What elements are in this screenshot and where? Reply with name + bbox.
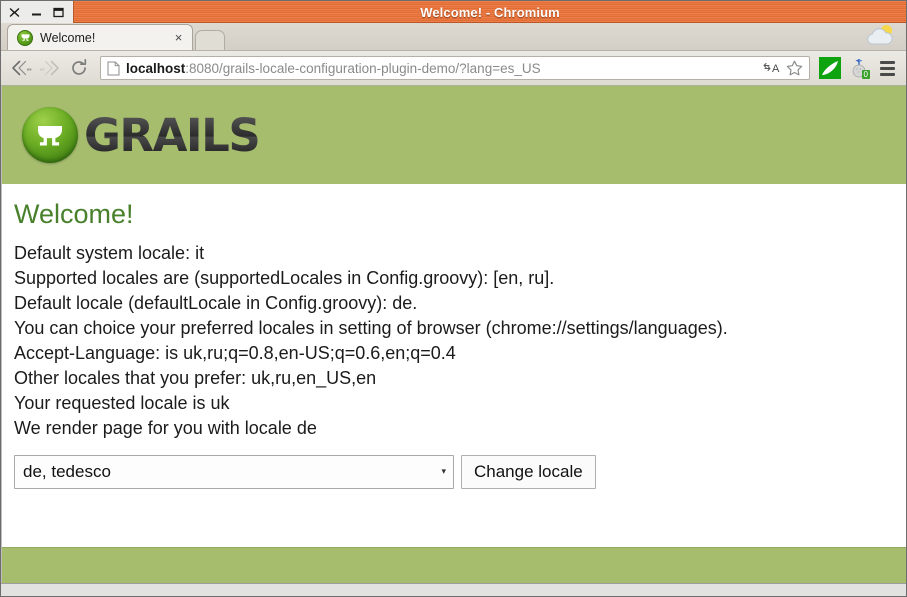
page-footer-band <box>2 547 906 583</box>
browser-toolbar: localhost:8080/grails-locale-configurati… <box>1 51 906 86</box>
menu-line <box>879 72 895 76</box>
grails-wordmark: GRAILS <box>84 108 261 162</box>
forward-icon <box>37 55 63 81</box>
info-line-other-locales: Other locales that you prefer: uk,ru,en_… <box>14 367 377 388</box>
locale-select-value: de, tedesco <box>23 461 111 481</box>
tab-title: Welcome! <box>40 30 96 45</box>
change-locale-button[interactable]: Change locale <box>461 454 596 489</box>
address-bar[interactable]: localhost:8080/grails-locale-configurati… <box>100 56 810 80</box>
info-line-requested-locale: Your requested locale is uk <box>14 392 230 413</box>
page-document-icon <box>107 61 120 76</box>
chevron-down-icon: ▾ <box>441 466 446 477</box>
hamburger-menu-icon[interactable] <box>875 55 899 81</box>
bookmark-star-icon[interactable] <box>785 59 804 78</box>
tab-strip: Welcome! × <box>1 23 906 51</box>
window-title: Welcome! - Chromium <box>420 4 560 20</box>
back-icon[interactable] <box>8 55 34 81</box>
address-bar-url: localhost:8080/grails-locale-configurati… <box>126 61 760 76</box>
close-window-icon[interactable] <box>8 6 21 19</box>
status-bar <box>1 583 906 596</box>
weather-cloud-icon[interactable] <box>864 24 898 48</box>
title-bar-strip: Welcome! - Chromium <box>73 1 906 23</box>
page-title: Welcome! <box>14 199 134 229</box>
maximize-window-icon[interactable] <box>52 6 65 19</box>
tab-welcome[interactable]: Welcome! × <box>7 24 193 50</box>
page-header-band: GRAILS <box>2 86 906 184</box>
tab-close-icon[interactable]: × <box>171 30 186 45</box>
info-line-default-locale: Default locale (defaultLocale in Config.… <box>14 292 418 313</box>
window-controls <box>1 1 73 23</box>
tab-strip-right-area <box>864 24 906 50</box>
menu-line <box>879 66 895 70</box>
info-line-default-system-locale: Default system locale: it <box>14 242 205 263</box>
info-line-supported-locales: Supported locales are (supportedLocales … <box>14 267 555 288</box>
extension-badge-count: 0 <box>861 70 870 79</box>
url-host: localhost <box>126 60 186 76</box>
translate-icon[interactable]: A <box>763 59 782 78</box>
info-line-accept-language: Accept-Language: is uk,ru;q=0.8,en-US;q=… <box>14 342 456 363</box>
new-tab-button[interactable] <box>195 30 225 50</box>
golf-ball-extension-icon[interactable]: 0 <box>846 55 872 81</box>
reload-icon[interactable] <box>66 55 92 81</box>
title-bar: Welcome! - Chromium <box>1 1 906 23</box>
browser-window: Welcome! - Chromium Welcome! × localhost… <box>0 0 907 597</box>
minimize-window-icon[interactable] <box>30 6 43 19</box>
green-swoosh-extension-icon[interactable] <box>817 55 843 81</box>
url-path: :8080/grails-locale-configuration-plugin… <box>185 60 541 76</box>
page-content: Welcome! Default system locale: it Suppo… <box>2 184 906 547</box>
svg-text:A: A <box>772 63 780 75</box>
grails-favicon-icon <box>17 29 33 46</box>
menu-line <box>879 60 895 64</box>
info-line-rendered-locale: We render page for you with locale de <box>14 417 317 438</box>
page-viewport: GRAILS Welcome! Default system locale: i… <box>1 86 906 583</box>
info-line-browser-settings-hint: You can choice your preferred locales in… <box>14 317 728 338</box>
locale-form: de, tedesco ▾ Change locale <box>14 454 906 489</box>
grails-chalice-icon <box>22 107 78 163</box>
locale-select[interactable]: de, tedesco ▾ <box>14 454 454 489</box>
grails-logo: GRAILS <box>22 107 261 163</box>
